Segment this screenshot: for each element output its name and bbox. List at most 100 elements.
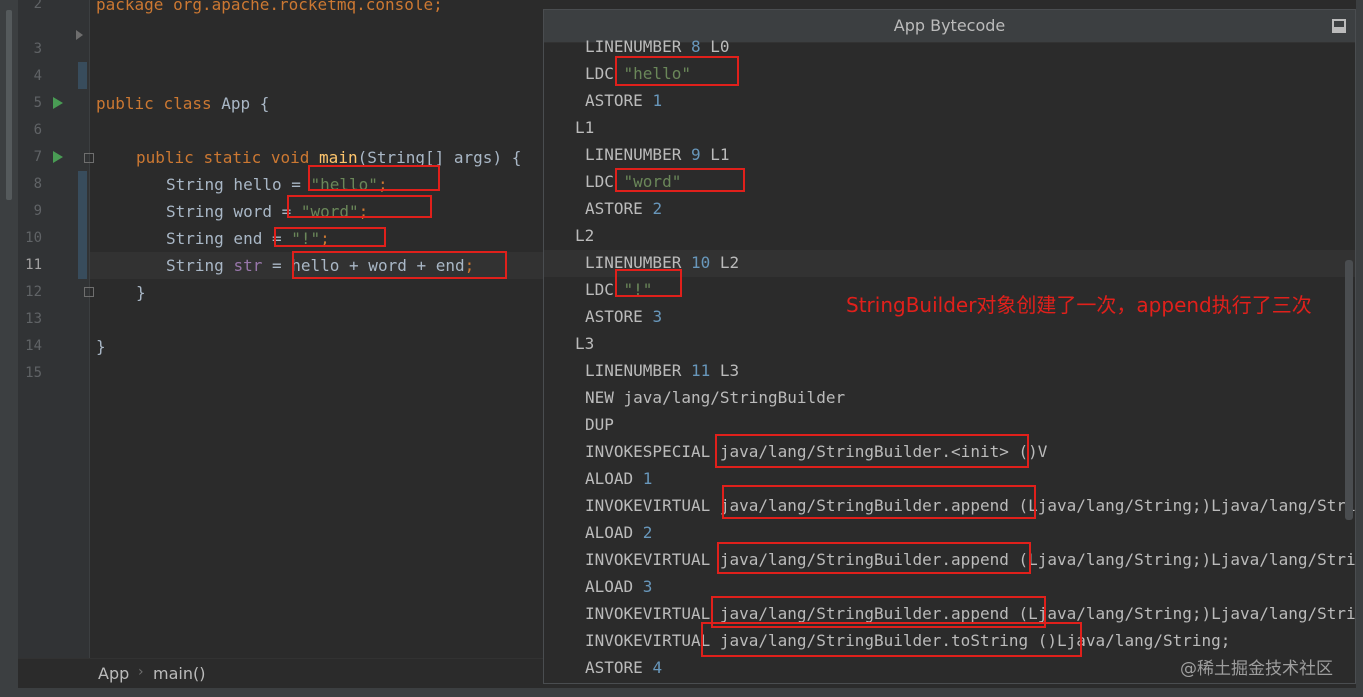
keyword: class (163, 94, 212, 113)
label-ref: L1 (700, 145, 730, 164)
declaration: String end = (166, 229, 292, 248)
declaration: String hello = (166, 175, 311, 194)
line-number-current: 11 (25, 257, 42, 273)
line-number: 12 (25, 284, 42, 300)
bytecode-panel: App Bytecode LINENUMBER 8 L0 LDC "hello"… (543, 9, 1356, 684)
class-name: App { (221, 94, 270, 113)
opcode: LINENUMBER (585, 145, 691, 164)
keyword: void (270, 148, 310, 167)
breadcrumb-item-app[interactable]: App (98, 664, 129, 683)
line-number: 14 (25, 338, 42, 354)
breadcrumb-separator-icon: › (138, 664, 144, 680)
line-number: 7 (33, 149, 42, 165)
operand-number: 2 (652, 199, 663, 218)
panel-scrollbar[interactable] (1345, 260, 1353, 520)
keyword: public (96, 94, 154, 113)
operand-number: 3 (652, 307, 663, 326)
line-number: 4 (33, 68, 42, 84)
opcode: ASTORE (585, 658, 653, 677)
highlight-box (615, 56, 739, 86)
line-number: 3 (33, 41, 42, 57)
bytecode-line: ASTORE 1 (585, 87, 662, 114)
change-marker (78, 171, 87, 279)
scroll-thumb[interactable] (6, 10, 12, 200)
right-tool-strip (1356, 0, 1363, 697)
type-name: String (166, 256, 234, 275)
package-text: package org.apache.rocketmq.console; (96, 0, 443, 14)
code-line-package: package org.apache.rocketmq.console; (96, 0, 443, 18)
run-gutter-icon[interactable] (53, 97, 63, 109)
line-number: 13 (25, 311, 42, 327)
operand-number: 10 (690, 253, 711, 272)
operand-number: 1 (642, 469, 653, 488)
highlight-box (701, 622, 1082, 657)
highlight-box (308, 165, 440, 191)
opcode: ALOAD (585, 523, 643, 542)
code-line-close-method: } (136, 283, 146, 302)
change-marker (78, 62, 87, 89)
label-ref: L2 (710, 253, 740, 272)
status-bar (0, 688, 1363, 697)
opcode: ASTORE (585, 199, 653, 218)
variable-name: str (233, 256, 263, 275)
opcode: LINENUMBER (585, 37, 691, 56)
fold-icon[interactable] (84, 287, 94, 297)
line-number: 6 (33, 122, 42, 138)
opcode: LINENUMBER (585, 361, 691, 380)
highlight-box (717, 542, 1031, 574)
opcode: ALOAD (585, 577, 643, 596)
highlight-box (722, 485, 1036, 519)
highlight-box (715, 434, 1029, 468)
watermark: @稀土掘金技术社区 (1180, 659, 1333, 679)
panel-title: App Bytecode (893, 16, 1006, 35)
label-ref: L3 (710, 361, 740, 380)
tool-window-strip (0, 0, 18, 697)
bytecode-line: ALOAD 1 (585, 465, 652, 492)
bytecode-line: LINENUMBER 11 L3 (585, 357, 739, 384)
annotation-text: StringBuilder对象创建了一次，append执行了三次 (846, 293, 1312, 317)
line-number: 8 (33, 176, 42, 192)
bytecode-line: NEW java/lang/StringBuilder (585, 388, 846, 407)
line-number: 15 (25, 365, 42, 381)
label-ref: L0 (700, 37, 730, 56)
declaration: String word = (166, 202, 301, 221)
line-number: 2 (33, 0, 42, 12)
highlight-box (615, 168, 745, 192)
highlight-box (274, 227, 386, 247)
highlight-box (287, 195, 432, 218)
run-gutter-icon[interactable] (53, 151, 63, 163)
code-line-close-class: } (96, 337, 106, 356)
keyword: static (203, 148, 262, 167)
opcode: ASTORE (585, 307, 653, 326)
panel-minimize-icon[interactable] (1332, 19, 1346, 33)
code-line-class: public class App { (96, 90, 269, 117)
bytecode-label: L2 (575, 226, 595, 245)
keyword: public (136, 148, 194, 167)
breadcrumb-item-main[interactable]: main() (153, 664, 205, 683)
fold-icon[interactable] (76, 30, 83, 40)
operand-number: 1 (652, 91, 663, 110)
line-number: 9 (33, 203, 42, 219)
bytecode-line: ALOAD 3 (585, 573, 652, 600)
bytecode-line: ALOAD 2 (585, 519, 652, 546)
bytecode-label: L3 (575, 334, 595, 353)
opcode: ALOAD (585, 469, 643, 488)
operand-number: 4 (652, 658, 663, 677)
line-number: 5 (33, 95, 42, 111)
operand-number: 9 (690, 145, 701, 164)
line-number: 10 (25, 230, 42, 246)
opcode: ASTORE (585, 91, 653, 110)
bytecode-line: DUP (585, 415, 614, 434)
operand-number: 3 (642, 577, 653, 596)
bytecode-line: ASTORE 4 (585, 654, 662, 681)
operand-number: 11 (690, 361, 711, 380)
breadcrumb: App › main() (18, 658, 544, 689)
bytecode-line: LINENUMBER 9 L1 (585, 141, 730, 168)
operand-number: 8 (690, 37, 701, 56)
fold-icon[interactable] (84, 153, 94, 163)
bytecode-line: ASTORE 3 (585, 303, 662, 330)
operand-number: 2 (642, 523, 653, 542)
highlight-box (292, 251, 507, 279)
bytecode-label: L1 (575, 118, 595, 137)
highlight-box (615, 269, 682, 297)
